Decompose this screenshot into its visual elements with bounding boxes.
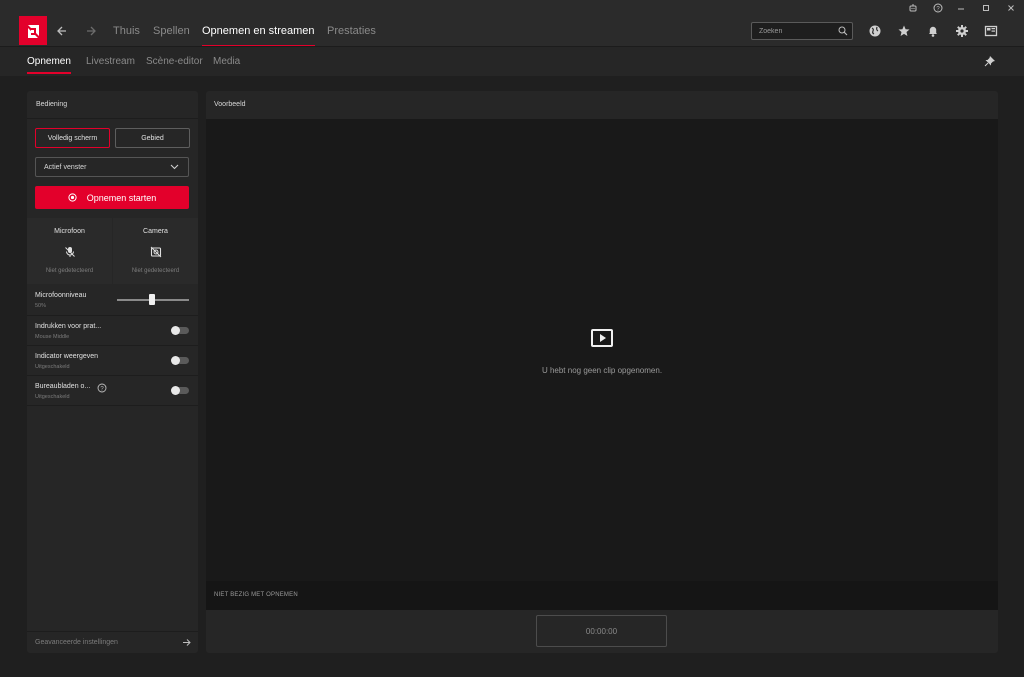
push-to-talk-toggle[interactable]: [171, 325, 189, 335]
divider: [27, 405, 198, 406]
camera-off-icon: [150, 246, 162, 258]
indicator-row: Indicator weergeven Uitgeschakeld: [27, 346, 198, 376]
empty-message: U hebt nog geen clip opgenomen.: [541, 366, 663, 375]
star-icon[interactable]: [896, 23, 912, 39]
camera-status: Niet gedetecteerd: [131, 268, 180, 274]
forward-arrow-icon[interactable]: [82, 22, 100, 40]
pin-icon[interactable]: [984, 55, 996, 67]
camera-title: Camera: [143, 228, 168, 235]
microphone-status: Niet gedetecteerd: [45, 268, 94, 274]
desktop-title: Bureaubladen o...: [35, 383, 91, 390]
subtab-livestream[interactable]: Livestream: [86, 56, 135, 67]
preview-title: Voorbeeld: [214, 101, 246, 108]
bell-icon[interactable]: [925, 23, 941, 39]
toggle-knob: [171, 385, 180, 395]
amd-logo[interactable]: [19, 16, 47, 45]
arrow-right-icon: [182, 638, 191, 647]
search-icon[interactable]: [838, 26, 848, 36]
push-to-talk-row: Indrukken voor prat... Mouse Middle: [27, 316, 198, 346]
maximize-icon[interactable]: [972, 0, 1000, 16]
desktop-row: Bureaubladen o... Uitgeschakeld ?: [27, 376, 198, 406]
mic-level-slider-thumb[interactable]: [149, 294, 155, 305]
capture-mode-dropdown[interactable]: Actief venster: [35, 157, 189, 177]
search-box: [751, 22, 853, 40]
subtab-scene-editor[interactable]: Scène-editor: [146, 56, 203, 67]
feedback-icon[interactable]: [899, 0, 927, 16]
search-input[interactable]: [752, 23, 832, 39]
play-video-icon: [591, 329, 613, 347]
indicator-toggle[interactable]: [171, 355, 189, 365]
advanced-settings-label: Geavanceerde instellingen: [35, 639, 118, 646]
push-to-talk-key: Mouse Middle: [35, 334, 70, 340]
mic-level-value: 50%: [35, 303, 47, 309]
back-arrow-icon[interactable]: [53, 22, 71, 40]
advanced-settings-link[interactable]: Geavanceerde instellingen: [27, 631, 198, 653]
nav-tab-performance[interactable]: Prestaties: [327, 25, 376, 37]
toggle-knob: [171, 325, 180, 335]
nav-tab-home[interactable]: Thuis: [113, 25, 140, 37]
close-icon[interactable]: [997, 0, 1024, 16]
mic-level-row: Microfoonniveau 50%: [27, 285, 198, 315]
controls-title: Bediening: [36, 101, 68, 108]
camera-tile[interactable]: Camera Niet gedetecteerd: [113, 218, 198, 284]
minimize-icon[interactable]: [947, 0, 975, 16]
gear-icon[interactable]: [954, 23, 970, 39]
controls-panel: Bediening Volledig scherm Gebied Actief …: [27, 91, 198, 653]
toggle-knob: [171, 355, 180, 365]
microphone-title: Microfoon: [54, 228, 85, 235]
push-to-talk-title: Indrukken voor prat...: [35, 323, 102, 330]
subtab-record[interactable]: Opnemen: [27, 56, 71, 74]
fullscreen-button[interactable]: Volledig scherm: [35, 128, 110, 148]
desktop-toggle[interactable]: [171, 385, 189, 395]
globe-icon[interactable]: [867, 23, 883, 39]
nav-tab-record-stream[interactable]: Opnemen en streamen: [202, 25, 315, 47]
layout-icon[interactable]: [983, 23, 999, 39]
microphone-off-icon: [64, 246, 76, 258]
subtab-media[interactable]: Media: [213, 56, 240, 67]
recording-timer: 00:00:00: [536, 615, 667, 647]
indicator-status: Uitgeschakeld: [35, 364, 70, 370]
start-recording-button[interactable]: Opnemen starten: [35, 186, 189, 209]
top-navigation: Thuis Spellen Opnemen en streamen Presta…: [0, 16, 1024, 47]
recording-status-bar: NIET BEZIG MET OPNEMEN: [206, 581, 998, 610]
help-circle-icon[interactable]: ?: [97, 383, 107, 393]
window-title-bar: ?: [0, 0, 1024, 16]
record-icon: [68, 193, 77, 202]
indicator-title: Indicator weergeven: [35, 353, 99, 360]
microphone-tile[interactable]: Microfoon Niet gedetecteerd: [27, 218, 112, 284]
desktop-status: Uitgeschakeld: [35, 394, 70, 400]
divider: [27, 118, 198, 119]
preview-area: U hebt nog geen clip opgenomen.: [206, 119, 998, 581]
sub-navigation: Opnemen Livestream Scène-editor Media: [0, 46, 1024, 76]
nav-tab-games[interactable]: Spellen: [153, 25, 190, 37]
chevron-down-icon: [170, 164, 179, 170]
region-button[interactable]: Gebied: [115, 128, 190, 148]
preview-panel: Voorbeeld U hebt nog geen clip opgenomen…: [206, 91, 998, 653]
capture-mode-value: Actief venster: [44, 163, 87, 171]
mic-level-title: Microfoonniveau: [35, 292, 87, 299]
start-recording-label: Opnemen starten: [86, 192, 157, 203]
recording-status: NIET BEZIG MET OPNEMEN: [214, 592, 298, 598]
